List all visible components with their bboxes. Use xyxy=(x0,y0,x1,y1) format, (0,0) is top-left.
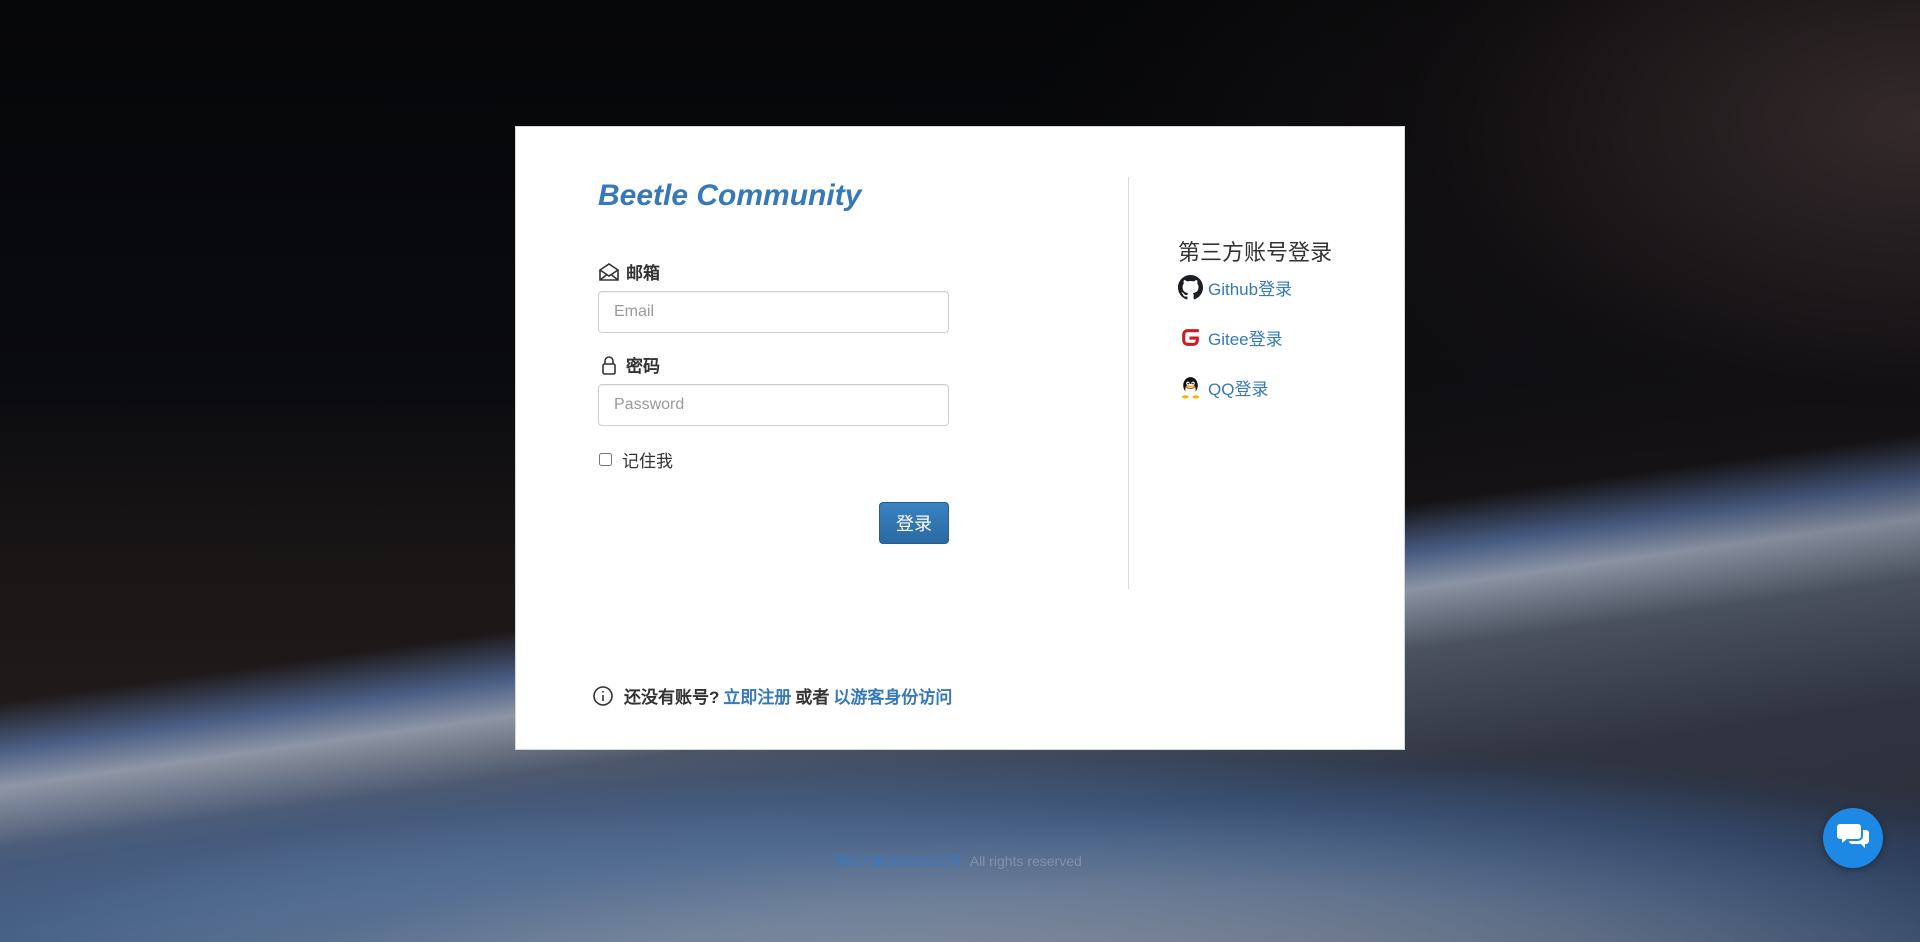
remember-me-label: 记住我 xyxy=(622,452,673,471)
github-login-label: Github登录 xyxy=(1208,280,1293,299)
login-card: Beetle Community 邮箱 密码 记住我 登录 第三方账号登录 xyxy=(515,126,1405,750)
brand-title: Beetle Community xyxy=(598,179,862,212)
qq-login-label: QQ登录 xyxy=(1208,380,1269,399)
register-link[interactable]: 立即注册 xyxy=(723,683,791,708)
guest-access-link[interactable]: 以游客身份访问 xyxy=(833,683,952,708)
signup-hint-prefix: 还没有账号? xyxy=(624,688,720,707)
envelope-icon xyxy=(598,261,620,283)
email-label: 邮箱 xyxy=(598,259,660,284)
third-party-title: 第三方账号登录 xyxy=(1178,240,1333,265)
password-input[interactable] xyxy=(598,384,949,426)
email-label-text: 邮箱 xyxy=(626,264,660,283)
lock-icon xyxy=(598,354,620,376)
site-footer: 赣ICP备20005052号 All rights reserved xyxy=(0,851,1920,871)
remember-me[interactable]: 记住我 xyxy=(598,447,673,472)
gitee-login-link[interactable]: Gitee登录 xyxy=(1178,325,1283,350)
github-login-link[interactable]: Github登录 xyxy=(1178,275,1292,300)
signup-hint-or: 或者 xyxy=(795,688,830,707)
icp-link[interactable]: 赣ICP备20005052号 xyxy=(834,853,962,869)
login-button[interactable]: 登录 xyxy=(879,502,949,544)
password-label-text: 密码 xyxy=(626,357,660,376)
chat-button[interactable] xyxy=(1823,808,1883,868)
signup-hint: 还没有账号? 立即注册 或者 以游客身份访问 xyxy=(592,683,956,708)
vertical-divider xyxy=(1128,177,1129,589)
info-icon xyxy=(592,685,614,707)
github-icon xyxy=(1178,275,1203,300)
qq-icon xyxy=(1178,375,1203,400)
email-input[interactable] xyxy=(598,291,949,333)
qq-login-link[interactable]: QQ登录 xyxy=(1178,375,1268,400)
gitee-icon xyxy=(1178,325,1203,350)
gitee-login-label: Gitee登录 xyxy=(1208,330,1283,349)
password-label: 密码 xyxy=(598,352,660,377)
remember-me-checkbox[interactable] xyxy=(599,453,612,466)
chat-bubbles-icon xyxy=(1836,821,1870,856)
rights-text: All rights reserved xyxy=(969,853,1082,869)
